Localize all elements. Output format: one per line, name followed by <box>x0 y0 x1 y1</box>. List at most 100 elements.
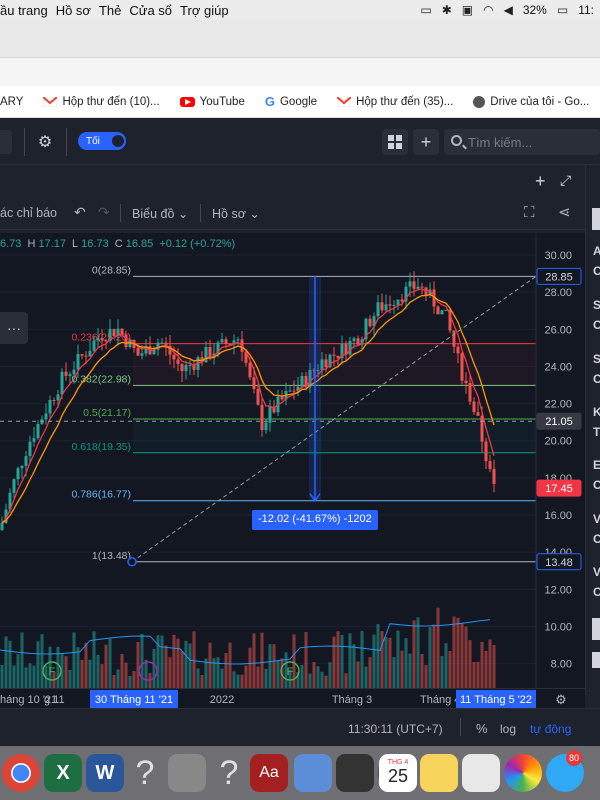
unknown-app-icon[interactable]: ? <box>210 754 248 792</box>
watchlist-letter[interactable]: C <box>593 478 600 492</box>
price-tick-label: 30.00 <box>544 250 572 262</box>
bookmark-youtube[interactable]: YouTube <box>179 96 245 108</box>
bookmark-item[interactable]: ARY <box>0 96 23 108</box>
wifi-icon[interactable]: ◠ <box>483 3 493 17</box>
bookmark-gmail-2[interactable]: Hộp thư đến (35)... <box>337 96 453 108</box>
volume-bar <box>160 635 164 688</box>
watchlist-letter[interactable]: E <box>593 458 600 472</box>
candle-body <box>464 380 468 383</box>
watchlist-letter[interactable]: S <box>593 352 600 366</box>
price-tick-label: 20.00 <box>544 436 572 448</box>
close-value: 16.85 <box>125 238 154 250</box>
watchlist-letter[interactable]: T <box>593 425 600 439</box>
gear-icon[interactable]: ⚙ <box>32 129 58 155</box>
volume-bar <box>140 634 144 688</box>
volume-bar <box>96 654 100 688</box>
volume-bar <box>444 643 448 688</box>
menu-window[interactable]: Cửa sổ <box>129 3 172 18</box>
volume-bar <box>492 645 496 688</box>
volume-bar <box>316 666 320 688</box>
profile-menu-button[interactable]: Hồ sơ ⌄ <box>212 206 260 221</box>
volume-bar <box>464 626 468 688</box>
watchlist-letter[interactable]: C <box>593 585 600 599</box>
volume-bar <box>248 647 252 688</box>
volume-bar <box>12 665 16 688</box>
watchlist-letter[interactable]: S <box>593 298 600 312</box>
calendar-icon[interactable]: THG 4 25 <box>379 754 417 792</box>
volume-bar <box>300 665 304 688</box>
time-axis[interactable]: háng 10 '21 g 11 30 Tháng 11 '21 2022 Tháng … <box>0 688 585 708</box>
volume-bar <box>468 640 472 688</box>
watchlist-letter[interactable]: C <box>593 372 600 386</box>
add-widget-icon[interactable]: + <box>535 171 546 192</box>
collapse-icon[interactable]: ⤢ <box>560 172 571 189</box>
auto-toggle[interactable]: tự động <box>530 722 571 736</box>
menu-bookmarks[interactable]: ầu trang <box>0 3 48 18</box>
bookmarks-bar: ARY Hộp thư đến (10)... YouTube G Google… <box>0 86 600 118</box>
more-options-icon[interactable]: ··· <box>0 312 28 344</box>
watchlist-letter[interactable]: K <box>593 405 600 419</box>
watchlist-letter[interactable]: V <box>593 565 600 579</box>
bluetooth-icon[interactable]: ✱ <box>442 3 452 17</box>
preview-icon[interactable] <box>294 754 332 792</box>
gmail-icon <box>43 96 58 107</box>
volume-bar <box>112 675 116 688</box>
battery-icon[interactable]: ▭ <box>557 3 568 17</box>
menu-profile[interactable]: Hồ sơ <box>56 3 91 18</box>
dictionary-icon[interactable]: Aa <box>250 754 288 792</box>
volume-bar <box>36 641 40 688</box>
menu-clock[interactable]: 11: <box>578 3 594 17</box>
watchlist-letter[interactable]: V <box>593 512 600 526</box>
undo-icon[interactable]: ↶ <box>74 204 86 221</box>
volume-bar <box>448 650 452 688</box>
bookmark-gmail-1[interactable]: Hộp thư đến (10)... <box>43 96 160 108</box>
percent-toggle[interactable]: % <box>476 721 488 736</box>
bookmark-drive[interactable]: Drive của tôi - Go... <box>473 95 589 108</box>
volume-icon[interactable]: ◀ <box>504 3 513 17</box>
volume-bar <box>420 653 424 688</box>
candle-body <box>80 354 84 356</box>
photo-booth-icon[interactable] <box>336 754 374 792</box>
notes-icon[interactable] <box>420 754 458 792</box>
calculator-icon[interactable] <box>168 754 206 792</box>
watchlist-letter[interactable]: A <box>593 244 600 258</box>
volume-bar <box>404 638 408 688</box>
share-icon[interactable]: ⋖ <box>558 203 571 221</box>
volume-bar <box>220 668 224 688</box>
search-input[interactable]: Tìm kiếm... <box>444 129 600 155</box>
divider <box>200 204 201 222</box>
unknown-app-icon[interactable]: ? <box>126 754 164 792</box>
chrome-icon[interactable] <box>2 754 40 792</box>
bookmark-google[interactable]: G Google <box>265 94 317 109</box>
candle-body <box>472 401 476 413</box>
chart-menu-button[interactable]: Biểu đồ ⌄ <box>132 206 188 221</box>
theme-toggle[interactable]: Tối <box>78 132 126 150</box>
log-toggle[interactable]: log <box>500 722 516 736</box>
axis-settings-gear-icon[interactable]: ⚙ <box>555 693 567 708</box>
indicators-button[interactable]: ác chỉ báo <box>0 206 57 220</box>
excel-icon[interactable]: X <box>44 754 82 792</box>
candle-body <box>48 399 52 414</box>
fullscreen-icon[interactable]: ⛶ <box>524 204 535 221</box>
volume-bar <box>84 642 88 688</box>
chart-area[interactable]: 0(28.85) 0.236(25.23) 0.382(22.98) 0.5(21.1… <box>0 233 585 688</box>
watchlist-letter[interactable]: C <box>593 264 600 278</box>
watchlist-letter[interactable]: C <box>593 532 600 546</box>
photos-icon[interactable] <box>504 754 542 792</box>
menu-help[interactable]: Trợ giúp <box>180 3 229 18</box>
watchlist-letter[interactable]: C <box>593 318 600 332</box>
price-tick-label: 24.00 <box>544 361 572 373</box>
price-chart[interactable]: 0(28.85)0.236(25.23)0.382(22.98)0.5(21.1… <box>0 233 585 688</box>
airplay-icon[interactable]: ▣ <box>462 3 473 17</box>
menu-tabs[interactable]: Thẻ <box>99 3 121 18</box>
header-left-button[interactable] <box>0 130 12 154</box>
layout-grid-icon[interactable] <box>382 129 408 155</box>
bookmark-label: Hộp thư đến (35)... <box>356 95 454 108</box>
add-plus-icon[interactable]: + <box>413 129 439 155</box>
redo-icon[interactable]: ↷ <box>98 204 110 221</box>
image-capture-icon[interactable] <box>462 754 500 792</box>
volume-bar <box>144 659 148 688</box>
word-icon[interactable]: W <box>86 754 124 792</box>
candle-body <box>280 396 284 400</box>
display-icon[interactable]: ▭ <box>420 3 431 17</box>
